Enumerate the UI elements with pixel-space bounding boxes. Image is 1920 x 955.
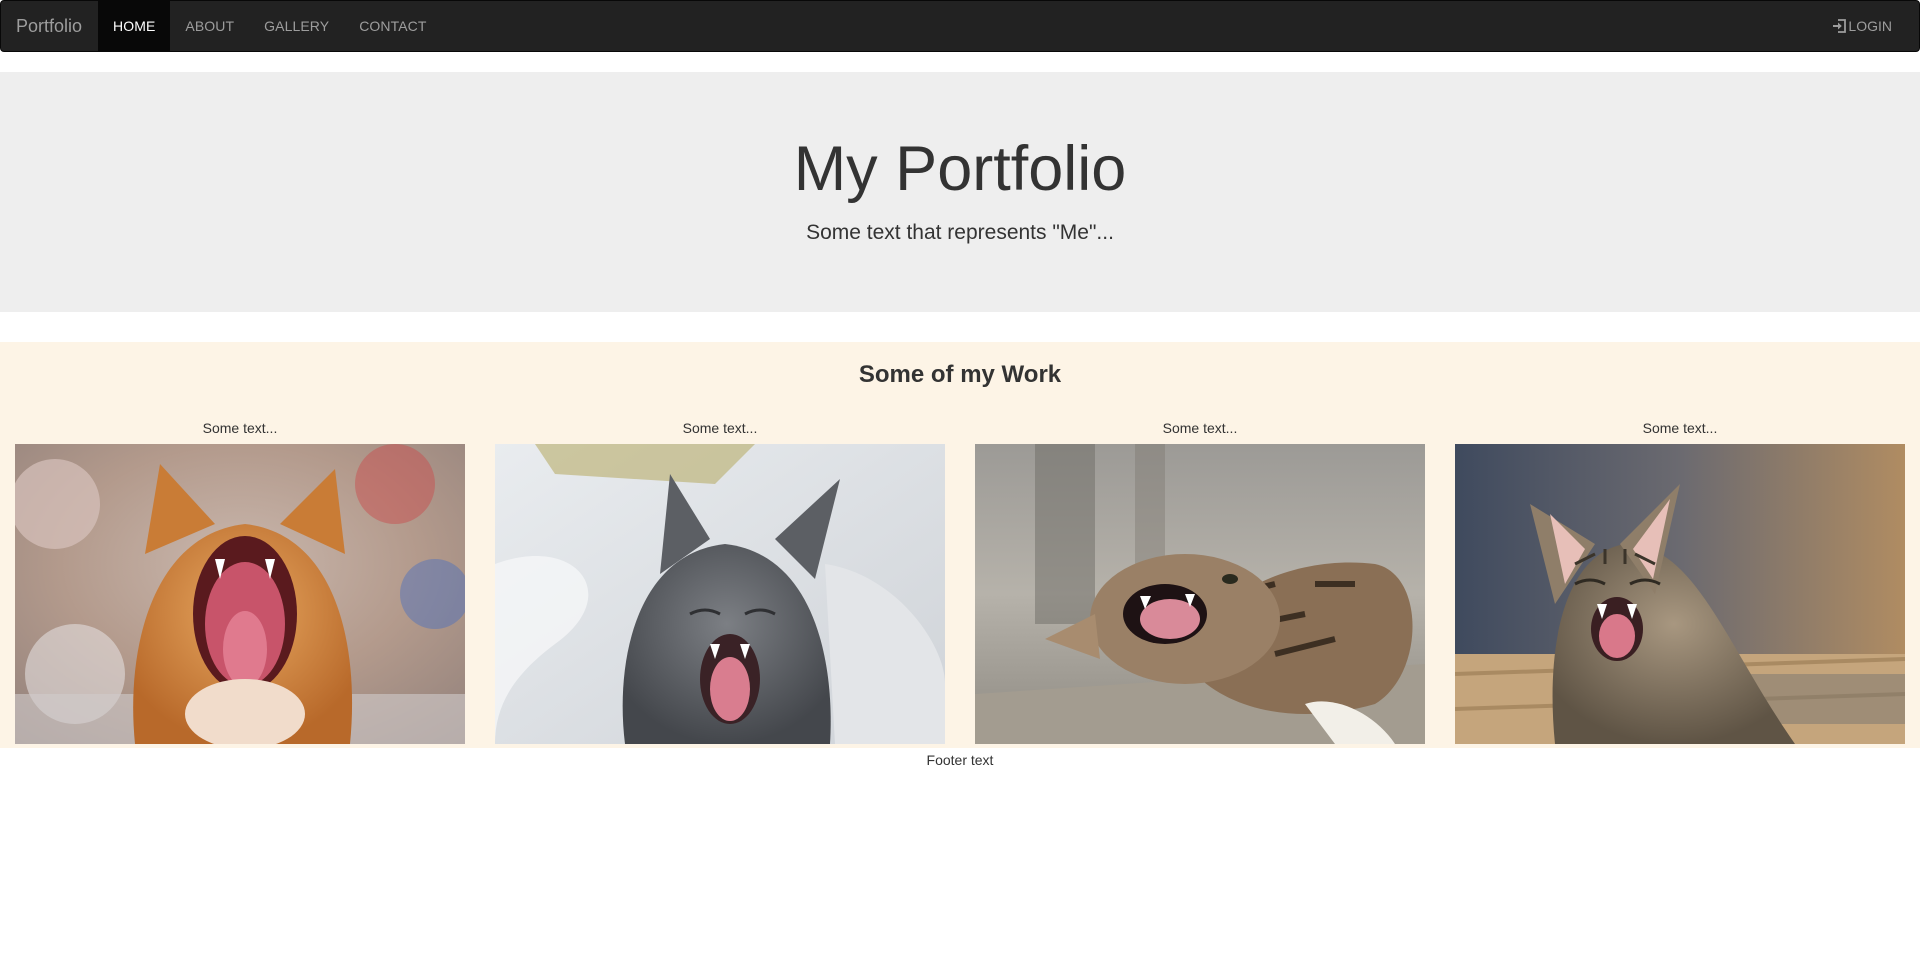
work-card: Some text... [1455,419,1905,744]
navbar-brand[interactable]: Portfolio [1,1,98,51]
navbar: Portfolio HOME ABOUT GALLERY CONTACT LOG… [0,0,1920,52]
nav-link-home[interactable]: HOME [98,1,171,51]
work-card: Some text... [975,419,1425,744]
card-text: Some text... [1162,420,1238,436]
nav-right: LOGIN [1817,1,1919,51]
work-card: Some text... [495,419,945,744]
work-title: Some of my Work [858,361,1062,388]
nav-link-about[interactable]: ABOUT [170,1,249,51]
tabby-kitten-yawning-photo[interactable] [1455,444,1905,744]
page-title: My Portfolio [793,134,1127,204]
login-label: LOGIN [1848,18,1892,34]
work-section: Some of my Work Some text... Some text..… [0,342,1920,748]
card-text: Some text... [682,420,758,436]
nav-link-contact[interactable]: CONTACT [344,1,441,51]
login-link[interactable]: LOGIN [1817,1,1919,51]
work-card: Some text... [15,419,465,744]
card-text: Some text... [1642,420,1718,436]
gray-cat-yawning-photo[interactable] [495,444,945,744]
footer-text: Footer text [926,752,994,768]
tabby-cat-lying-yawning-photo[interactable] [975,444,1425,744]
nav-link-gallery[interactable]: GALLERY [249,1,344,51]
page-subtitle: Some text that represents "Me"... [806,221,1114,244]
card-text: Some text... [202,420,278,436]
footer: Footer text [0,748,1920,770]
jumbotron: My Portfolio Some text that represents "… [0,72,1920,312]
orange-cat-yawning-photo[interactable] [15,444,465,744]
nav-links: HOME ABOUT GALLERY CONTACT [98,1,442,51]
log-in-icon [1832,19,1847,33]
